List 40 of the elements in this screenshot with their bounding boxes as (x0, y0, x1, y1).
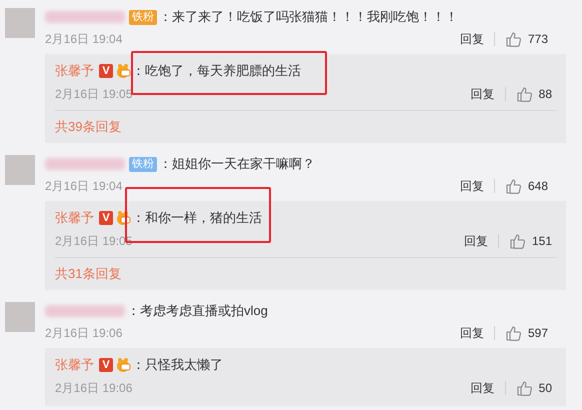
thumbs-up-icon (504, 30, 522, 48)
verified-badge: V (99, 358, 113, 372)
reply-link[interactable]: 回复 (470, 379, 495, 397)
reply-link[interactable]: 回复 (470, 85, 495, 103)
thumbs-up-icon (516, 86, 533, 102)
avatar-placeholder (5, 155, 35, 185)
thumbs-up-icon (516, 380, 533, 396)
like-button[interactable]: 151 (508, 232, 552, 250)
comment-text: ：姐姐你一天在家干嘛啊？ (159, 155, 315, 174)
reply-link[interactable]: 回复 (460, 30, 484, 48)
comment-time: 2月16日 19:04 (45, 178, 122, 195)
thumbs-up-icon (504, 324, 522, 342)
like-button[interactable]: 50 (516, 379, 552, 397)
comment-time: 2月16日 19:06 (45, 325, 122, 342)
level-icon (116, 210, 132, 226)
reply-time: 2月16日 19:05 (55, 86, 132, 103)
reply-link[interactable]: 回复 (464, 232, 488, 250)
fan-badge: 铁粉 (129, 156, 157, 172)
reply-text: ：和你一样，猪的生活 (132, 209, 262, 228)
like-button[interactable]: 597 (504, 324, 548, 342)
level-icon (116, 357, 132, 373)
verified-badge: V (99, 64, 113, 78)
verified-badge: V (99, 211, 113, 225)
avatar-placeholder (5, 8, 35, 38)
comment-text: ：来了来了！吃饭了吗张猫猫！！！我刚吃饱！！！ (159, 8, 458, 26)
avatar-placeholder (5, 302, 35, 332)
level-icon (116, 63, 132, 79)
comment-text: ：考虑考虑直播或拍vlog (127, 302, 268, 320)
reply-link[interactable]: 回复 (460, 177, 484, 195)
fan-badge: 铁粉 (129, 10, 157, 24)
comment-time: 2月16日 19:04 (45, 31, 122, 48)
like-button[interactable]: 88 (516, 85, 552, 103)
thumbs-up-icon (504, 178, 522, 194)
reply-time: 2月16日 19:06 (55, 380, 132, 397)
reply-link[interactable]: 回复 (460, 324, 484, 342)
like-button[interactable]: 773 (504, 30, 548, 48)
like-button[interactable]: 648 (504, 177, 548, 195)
thumbs-up-icon (508, 232, 526, 250)
reply-text: ：吃饱了，每天养肥膘的生活 (132, 62, 301, 80)
reply-text: ：只怪我太懒了 (132, 356, 223, 374)
